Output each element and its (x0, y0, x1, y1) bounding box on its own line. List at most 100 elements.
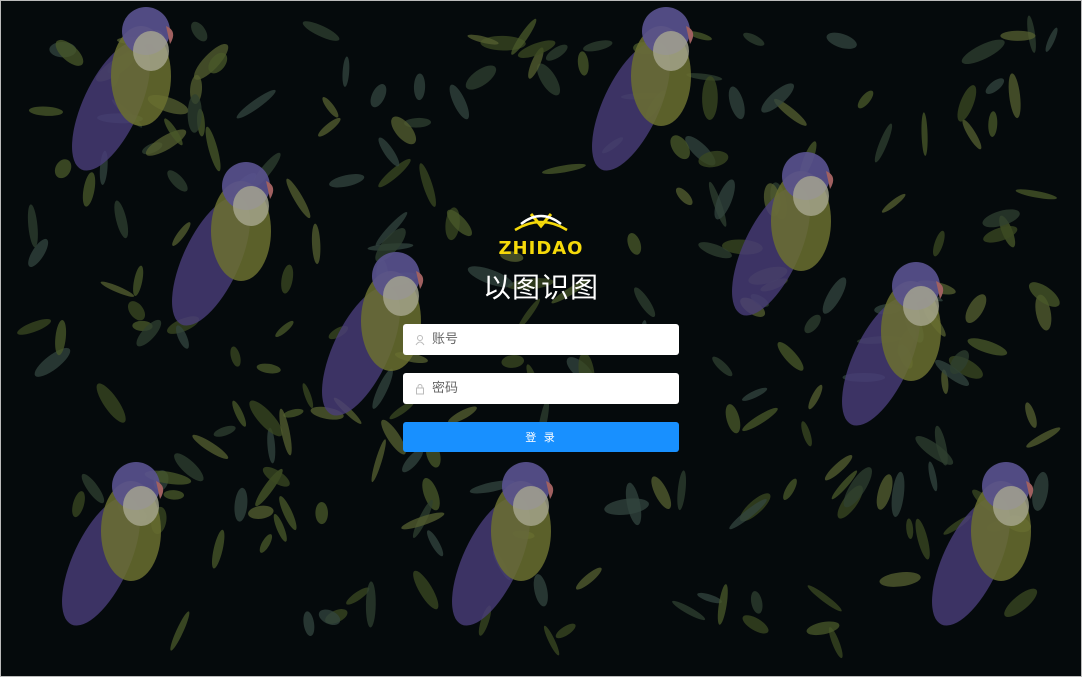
leaf (807, 585, 842, 612)
leaf (100, 281, 135, 297)
leaf (729, 499, 767, 530)
leaf (1045, 27, 1058, 52)
leaf (465, 65, 497, 90)
leaf (742, 387, 768, 401)
leaf (555, 623, 576, 639)
leaf (27, 204, 38, 248)
leaf (702, 76, 718, 121)
leaf (136, 319, 162, 347)
leaf (378, 137, 400, 167)
leaf (533, 574, 548, 607)
leaf (906, 518, 914, 539)
leaf (256, 363, 281, 374)
leaf (28, 238, 49, 268)
leaf (72, 491, 85, 518)
leaf (874, 123, 893, 163)
leaf (783, 478, 797, 501)
leaf (651, 476, 672, 509)
user-icon (414, 334, 426, 346)
page-title: 以图识图 (482, 271, 599, 304)
leaf (985, 78, 1005, 94)
leaf (192, 434, 229, 459)
parrot (592, 7, 694, 171)
leaf (826, 32, 857, 49)
parrot (62, 462, 164, 626)
leaf (286, 178, 311, 219)
username-input[interactable] (430, 331, 679, 348)
leaf (302, 383, 314, 409)
leaf (879, 572, 921, 587)
leaf (575, 567, 602, 590)
leaf (163, 490, 185, 500)
leaf (717, 584, 728, 625)
leaf (967, 338, 1008, 356)
leaf (259, 534, 273, 553)
zhidao-logo: ZHIDAO (499, 213, 583, 259)
leaf (371, 439, 386, 483)
leaf (17, 318, 52, 335)
leaf (675, 187, 693, 206)
leaf (234, 487, 248, 522)
leaf (54, 159, 72, 179)
leaf (315, 501, 328, 525)
leaf (391, 116, 417, 145)
leaf (915, 518, 930, 560)
username-field[interactable] (403, 324, 679, 355)
leaf (191, 21, 208, 42)
leaf (28, 106, 63, 116)
leaf (921, 112, 928, 156)
leaf (965, 294, 987, 323)
leaf (426, 530, 444, 557)
leaf (881, 193, 906, 213)
leaf (957, 85, 977, 122)
leaf (743, 32, 765, 46)
leaf (342, 56, 350, 87)
leaf (686, 73, 723, 81)
leaf (933, 230, 945, 257)
leaf (697, 592, 722, 604)
leaf (322, 97, 339, 118)
parrot (72, 7, 174, 171)
leaf (750, 591, 763, 614)
leaf (1015, 189, 1057, 200)
leaf (311, 223, 321, 265)
leaf (302, 21, 340, 41)
leaf (961, 39, 1005, 65)
parrot (732, 152, 834, 316)
leaf (1000, 30, 1036, 41)
leaf (114, 200, 129, 239)
leaf (777, 341, 804, 371)
leaf (413, 570, 439, 610)
leaf (804, 314, 821, 334)
leaf (127, 301, 146, 321)
leaf (230, 346, 241, 367)
leaf (82, 172, 96, 207)
leaf (96, 383, 126, 423)
lock-icon (414, 383, 426, 395)
leaf (672, 600, 706, 621)
leaf (1026, 427, 1061, 448)
leaf (281, 264, 294, 294)
leaf (248, 505, 274, 519)
leaf (583, 40, 613, 52)
leaf (1025, 402, 1037, 428)
leaf (1008, 73, 1021, 119)
password-field[interactable] (403, 373, 679, 404)
leaf (728, 86, 745, 120)
leaf (232, 400, 247, 427)
leaf (170, 611, 190, 651)
password-input[interactable] (430, 380, 679, 397)
leaf (213, 425, 236, 437)
leaf (236, 89, 276, 119)
leaf (712, 356, 733, 377)
leaf (822, 277, 847, 314)
leaf (1004, 588, 1038, 618)
leaf (329, 174, 365, 188)
leaf (988, 111, 998, 137)
leaf (928, 461, 938, 492)
login-button[interactable]: 登 录 (403, 422, 679, 452)
leaf (742, 615, 769, 634)
leaf (801, 421, 812, 447)
parrot (172, 162, 274, 326)
leaf (370, 84, 387, 108)
